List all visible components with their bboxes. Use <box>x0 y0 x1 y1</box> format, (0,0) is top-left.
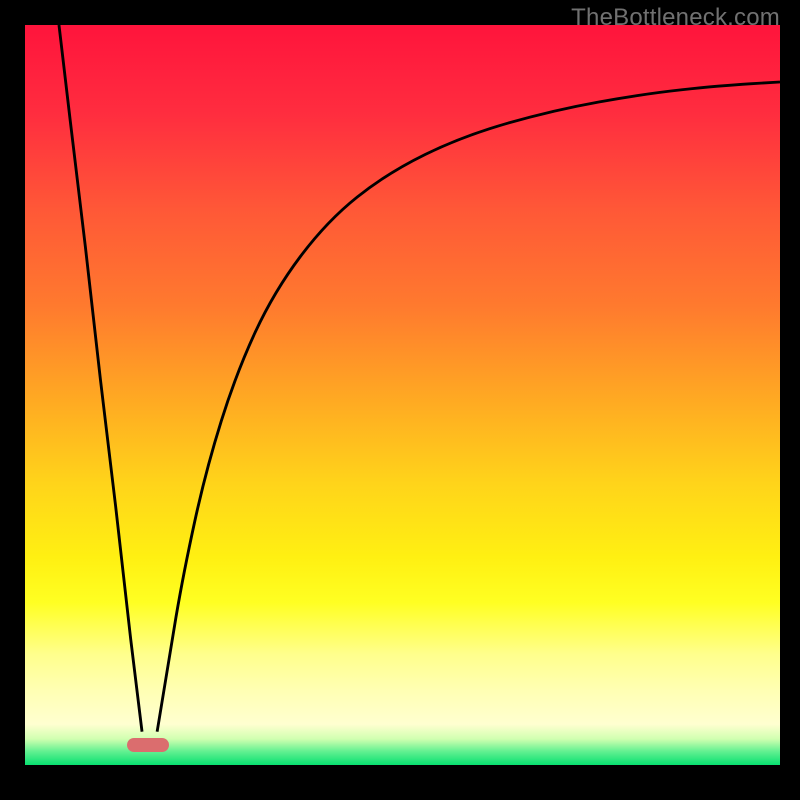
valley-marker <box>127 738 169 752</box>
curves-layer <box>25 25 780 765</box>
plot-area <box>25 25 780 765</box>
right-curve <box>157 82 780 732</box>
watermark-text: TheBottleneck.com <box>571 4 780 32</box>
left-curve <box>59 25 142 732</box>
